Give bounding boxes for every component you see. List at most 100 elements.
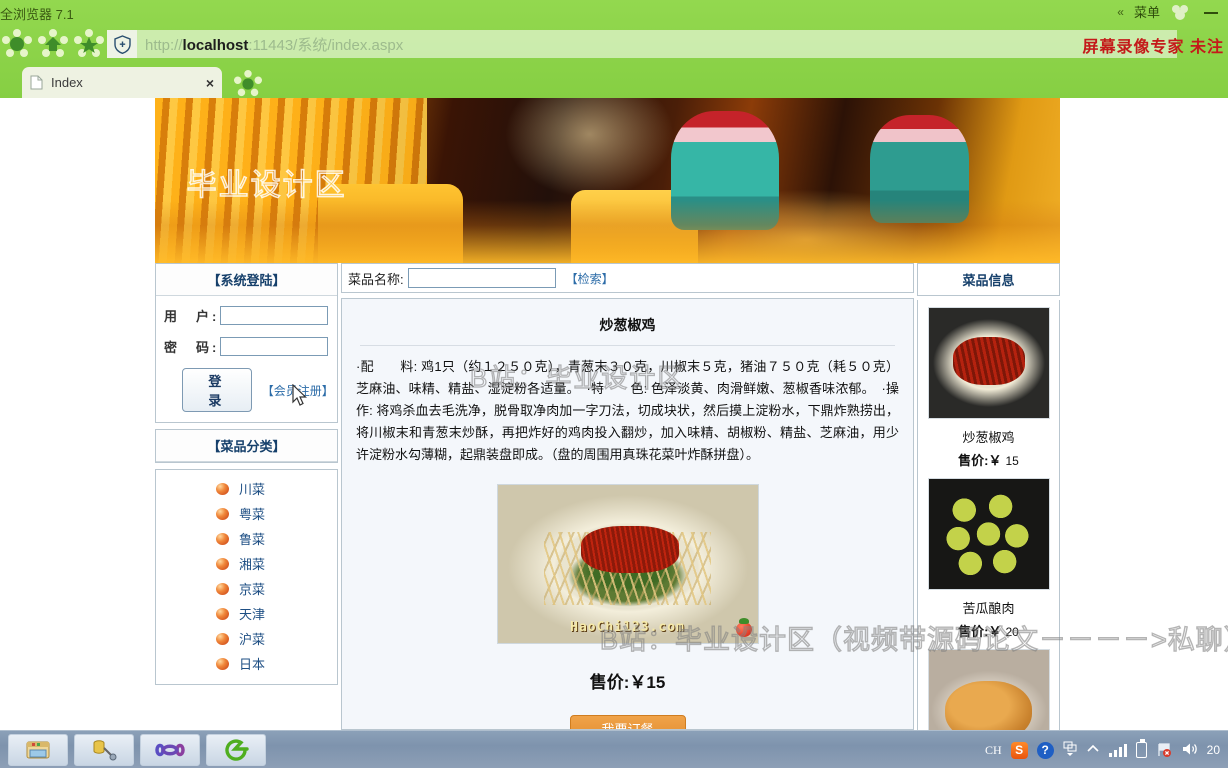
- taskbar-green-browser[interactable]: [206, 734, 266, 766]
- bullet-ball-icon: [216, 632, 229, 645]
- login-button[interactable]: 登 录: [182, 368, 252, 412]
- dish-recipe-text: ·配 料: 鸡1只（约１２５０克），青葱末３０克，川椒末５克，猪油７５０克（耗５…: [356, 359, 913, 462]
- dish-info-card[interactable]: 苦瓜酿肉 售价:￥ 20: [918, 475, 1059, 646]
- banner-figure-right: [869, 114, 970, 224]
- category-item-jing[interactable]: 京菜: [156, 576, 337, 601]
- dish-info-title: 菜品信息: [917, 263, 1060, 296]
- chevron-left-icon[interactable]: «: [1117, 5, 1124, 19]
- tab-label: Index: [51, 75, 83, 90]
- banner-chair-mid: [571, 190, 698, 263]
- category-label: 天津: [239, 607, 266, 622]
- taskbar-database-tools[interactable]: [74, 734, 134, 766]
- mouse-cursor: [292, 383, 308, 408]
- back-flower-icon[interactable]: [2, 29, 32, 59]
- category-item-xiang[interactable]: 湘菜: [156, 551, 337, 576]
- menu-button[interactable]: 菜单: [1134, 2, 1160, 21]
- dish-detail-panel: 炒葱椒鸡 ·配 料: 鸡1只（约１２５０克），青葱末３０克，川椒末５克，猪油７５…: [341, 298, 914, 730]
- star-flower-icon[interactable]: [74, 29, 104, 59]
- category-item-chuan[interactable]: 川菜: [156, 476, 337, 501]
- category-label: 沪菜: [239, 632, 266, 647]
- taskbar-buttons: [8, 734, 266, 766]
- category-label: 粤菜: [239, 507, 266, 522]
- category-list-panel: 川菜 粤菜 鲁菜 湘菜 京菜 天津 沪菜 日本: [155, 469, 338, 685]
- dish-thumb-price: 售价:￥ 20: [918, 621, 1059, 640]
- url-scheme: http://: [145, 36, 183, 54]
- shield-icon: [107, 30, 137, 58]
- address-bar-url[interactable]: http://localhost:11443/系统/index.aspx: [137, 34, 403, 55]
- dish-detail-photo: HaoChi123.com: [496, 484, 759, 644]
- category-item-riben[interactable]: 日本: [156, 651, 337, 676]
- bullet-ball-icon: [216, 582, 229, 595]
- bullet-ball-icon: [216, 532, 229, 545]
- taskbar-file-explorer[interactable]: [8, 734, 68, 766]
- category-list: 川菜 粤菜 鲁菜 湘菜 京菜 天津 沪菜 日本: [156, 470, 337, 684]
- taskbar: CH S ? 20: [0, 730, 1228, 768]
- address-bar[interactable]: http://localhost:11443/系统/index.aspx: [107, 30, 1177, 58]
- home-flower-icon[interactable]: [38, 29, 68, 59]
- browser-chrome: 全浏览器 7.1 « 菜单 http://localhost:11443/系统/…: [0, 0, 1228, 156]
- tomato-logo-icon: [735, 618, 752, 637]
- login-panel-title: 【系统登陆】: [156, 264, 337, 296]
- url-host: localhost: [182, 36, 249, 54]
- dish-info-list: 炒葱椒鸡 售价:￥ 15 苦瓜酿肉 售价:￥ 20: [917, 300, 1060, 730]
- search-button[interactable]: 【检索】: [566, 270, 614, 287]
- divider: [360, 345, 895, 346]
- site-banner: [155, 98, 1060, 263]
- ime-toolbar-icon[interactable]: [1063, 741, 1077, 760]
- minimize-button[interactable]: [1200, 4, 1222, 20]
- category-label: 湘菜: [239, 557, 266, 572]
- dish-thumb-name: 苦瓜酿肉: [962, 601, 1015, 616]
- dish-thumbnail[interactable]: [927, 307, 1050, 419]
- dish-info-card[interactable]: 炒葱椒鸡 售价:￥ 15: [918, 304, 1059, 475]
- password-label: 密 码:: [164, 340, 220, 355]
- category-item-lu[interactable]: 鲁菜: [156, 526, 337, 551]
- window-title: 全浏览器 7.1: [0, 7, 74, 22]
- category-label: 鲁菜: [239, 532, 266, 547]
- dish-detail-title: 炒葱椒鸡: [599, 317, 656, 333]
- search-label: 菜品名称:: [348, 271, 404, 287]
- login-panel: 【系统登陆】 用 户: 密 码: 登 录 【会员注册】: [155, 263, 338, 423]
- main-content: 菜品名称: 【检索】 炒葱椒鸡 ·配 料: 鸡1只（约１２５０克），青葱末３０克…: [341, 263, 914, 730]
- network-signal-icon[interactable]: [1108, 743, 1127, 757]
- sogou-ime-icon[interactable]: S: [1010, 741, 1028, 759]
- dish-thumbnail[interactable]: [927, 649, 1050, 730]
- help-icon[interactable]: ?: [1036, 741, 1054, 759]
- order-button[interactable]: 我要订餐: [569, 715, 686, 729]
- bullet-ball-icon: [216, 657, 229, 670]
- skin-flower-icon[interactable]: [1170, 3, 1190, 21]
- page-icon: [30, 75, 43, 90]
- photo-watermark: HaoChi123.com: [570, 620, 685, 635]
- username-input[interactable]: [220, 306, 328, 325]
- site-body: 【系统登陆】 用 户: 密 码: 登 录 【会员注册】: [155, 263, 1060, 730]
- category-panel: 【菜品分类】: [155, 429, 338, 463]
- dish-info-sidebar: 菜品信息 炒葱椒鸡 售价:￥ 15 苦瓜酿肉 售价:￥ 20: [917, 263, 1060, 730]
- volume-icon[interactable]: [1181, 741, 1198, 760]
- ime-indicator[interactable]: CH: [985, 743, 1002, 758]
- category-item-yue[interactable]: 粤菜: [156, 501, 337, 526]
- category-item-hu[interactable]: 沪菜: [156, 626, 337, 651]
- price-value: 20: [1005, 625, 1019, 639]
- banner-figure-left: [670, 111, 780, 230]
- battery-icon[interactable]: [1135, 739, 1147, 758]
- category-item-tianjin[interactable]: 天津: [156, 601, 337, 626]
- action-center-flag-icon[interactable]: [1156, 742, 1172, 758]
- dish-info-card[interactable]: [918, 646, 1059, 730]
- category-label: 京菜: [239, 582, 266, 597]
- tab-index[interactable]: Index ×: [22, 67, 222, 98]
- show-hidden-icons-icon[interactable]: [1086, 743, 1100, 757]
- close-icon[interactable]: ×: [206, 75, 214, 91]
- browser-titlebar: 全浏览器 7.1 « 菜单: [0, 0, 1228, 26]
- password-input[interactable]: [220, 337, 328, 356]
- price-label: 售价:￥: [958, 453, 1002, 468]
- new-tab-flower-icon[interactable]: [234, 70, 262, 98]
- search-input[interactable]: [407, 268, 556, 288]
- category-label: 川菜: [239, 482, 266, 497]
- bullet-ball-icon: [216, 607, 229, 620]
- page-viewport: 【系统登陆】 用 户: 密 码: 登 录 【会员注册】: [0, 98, 1228, 730]
- dish-thumbnail[interactable]: [927, 478, 1050, 590]
- clock[interactable]: 20: [1207, 743, 1220, 757]
- price-value: 15: [1005, 454, 1019, 468]
- banner-image: [155, 98, 1060, 263]
- taskbar-visual-studio[interactable]: [140, 734, 200, 766]
- username-row: 用 户:: [164, 306, 329, 325]
